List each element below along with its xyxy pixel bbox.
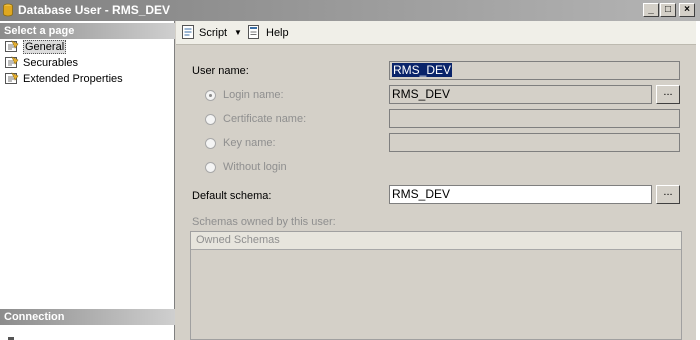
key-name-label: Key name: (223, 137, 276, 149)
owned-schemas-grid[interactable]: Owned Schemas (190, 231, 682, 340)
maximize-button[interactable]: □ (660, 3, 676, 17)
certificate-name-radio[interactable] (205, 114, 216, 125)
owned-schemas-header: Owned Schemas (191, 232, 681, 250)
sidebar-item-label: General (23, 40, 67, 54)
schemas-owned-label: Schemas owned by this user: (192, 216, 336, 228)
sidebar-item-label: Securables (23, 57, 79, 69)
certificate-name-field[interactable] (389, 109, 680, 128)
key-name-field[interactable] (389, 133, 680, 152)
general-page: User name: RMS_DEV Login name: RMS_DEV .… (176, 45, 700, 340)
page-icon (5, 56, 19, 68)
default-schema-browse-button[interactable]: ... (656, 185, 680, 204)
without-login-radio[interactable] (205, 162, 216, 173)
login-name-field[interactable]: RMS_DEV (389, 85, 652, 104)
user-name-value: RMS_DEV (392, 63, 453, 77)
without-login-label: Without login (223, 161, 287, 173)
user-name-label: User name: (192, 65, 249, 77)
login-name-label: Login name: (223, 89, 284, 101)
title-bar[interactable]: Database User - RMS_DEV _ □ × (0, 0, 700, 21)
script-button[interactable]: Script (199, 25, 227, 41)
default-schema-label: Default schema: (192, 190, 272, 202)
key-name-radio[interactable] (205, 138, 216, 149)
connection-header: Connection (0, 309, 175, 325)
close-button[interactable]: × (679, 3, 695, 17)
help-icon[interactable] (247, 24, 261, 40)
sidebar-item-securables[interactable]: Securables (4, 55, 123, 71)
toolbar: Script ▼ Help (176, 21, 700, 45)
window-edge (696, 21, 700, 340)
select-page-header: Select a page (0, 23, 175, 39)
minimize-button[interactable]: _ (643, 3, 659, 17)
login-name-radio[interactable] (205, 90, 216, 101)
window-title: Database User - RMS_DEV (18, 3, 171, 17)
chevron-down-icon[interactable]: ▼ (234, 25, 242, 41)
certificate-name-label: Certificate name: (223, 113, 307, 125)
database-icon (3, 3, 13, 17)
page-icon (5, 40, 19, 52)
user-name-field[interactable]: RMS_DEV (389, 61, 680, 80)
sidebar-item-general[interactable]: General (4, 39, 123, 55)
page-icon (5, 72, 19, 84)
help-button[interactable]: Help (266, 25, 289, 41)
script-icon[interactable] (180, 24, 196, 40)
page-selector-panel: Select a page General Securables Extende… (0, 21, 175, 340)
sidebar-item-extended-properties[interactable]: Extended Properties (4, 71, 123, 87)
default-schema-field[interactable]: RMS_DEV (389, 185, 652, 204)
sidebar-item-label: Extended Properties (23, 73, 123, 85)
login-name-browse-button[interactable]: ... (656, 85, 680, 104)
page-list: General Securables Extended Properties (4, 39, 123, 87)
